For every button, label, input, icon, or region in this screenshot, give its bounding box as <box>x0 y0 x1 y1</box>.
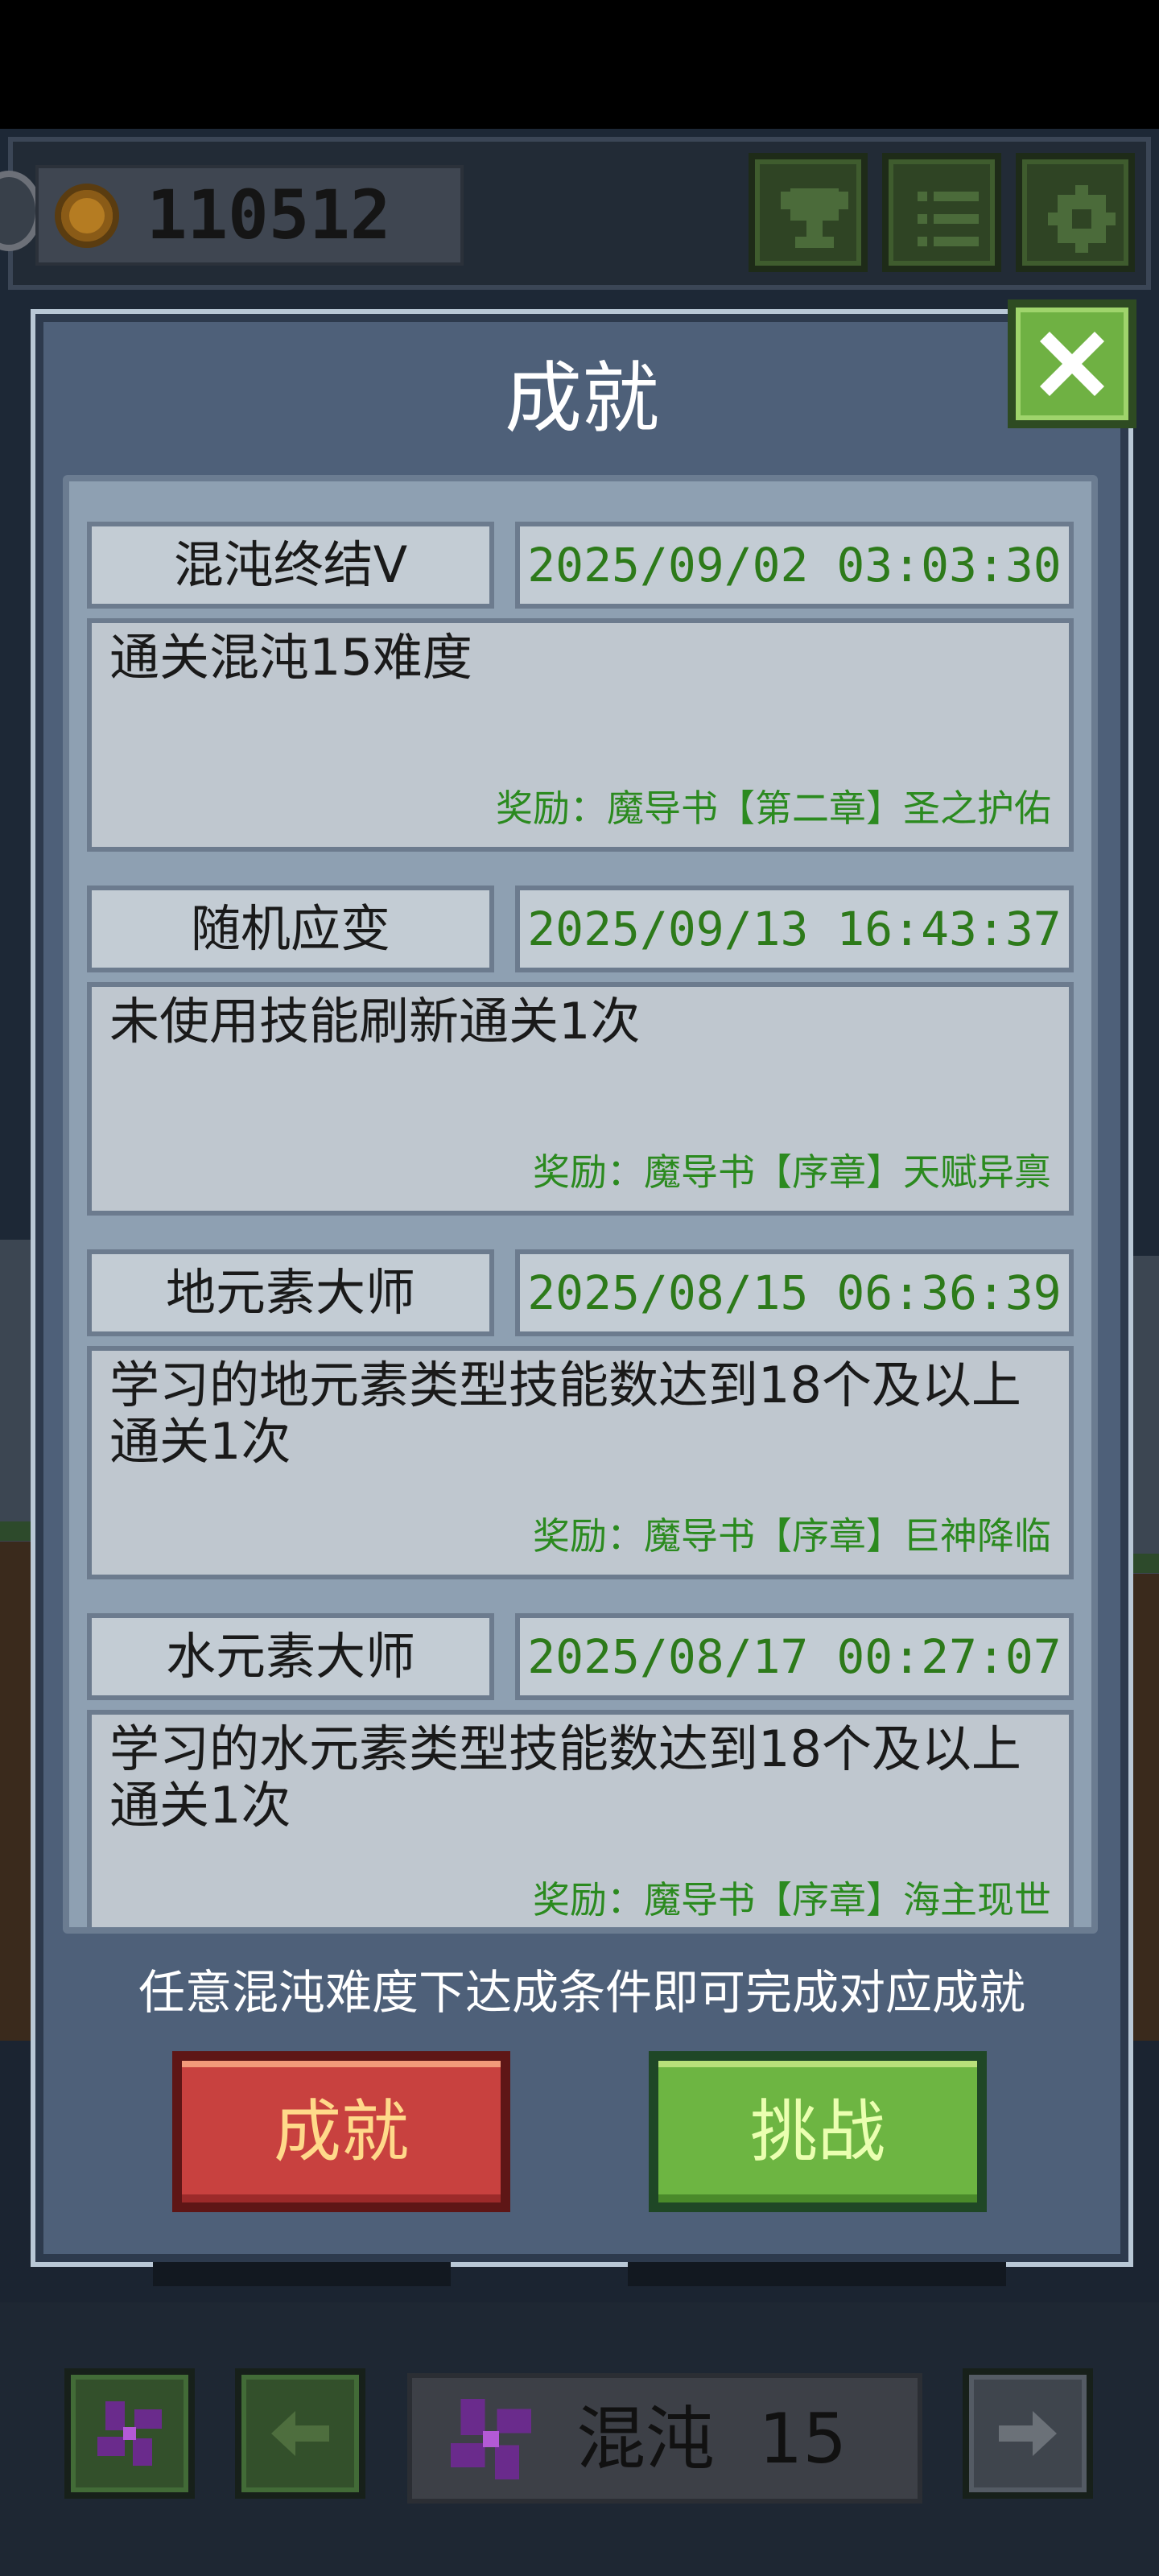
achievement-date: 2025/08/17 00:27:07 <box>515 1613 1074 1700</box>
bottom-shadow-left <box>153 2262 451 2286</box>
achievement-name: 随机应变 <box>87 886 494 972</box>
achievement-reward: 奖励：魔导书【第二章】圣之护佑 <box>496 786 1051 830</box>
chaos-mode-button[interactable] <box>64 2368 195 2499</box>
achievement-description: 未使用技能刷新通关1次 <box>109 992 641 1051</box>
gear-icon <box>1048 185 1116 253</box>
achievement-card: 混沌终结V 2025/09/02 03:03:30 通关混沌15难度 奖励：魔导… <box>87 522 1074 852</box>
arrow-right-icon <box>999 2411 1057 2456</box>
achievement-body: 学习的地元素类型技能数达到18个及以上通关1次 奖励：魔导书【序章】巨神降临 <box>87 1346 1074 1579</box>
chaos-rune-icon <box>451 2399 531 2479</box>
dialog-title: 成就 <box>505 353 659 444</box>
achievement-reward: 奖励：魔导书【序章】天赋异禀 <box>533 1150 1051 1194</box>
achievement-date: 2025/09/02 03:03:30 <box>515 522 1074 609</box>
coin-amount: 110512 <box>146 175 391 254</box>
achievement-description: 学习的水元素类型技能数达到18个及以上通关1次 <box>109 1719 1021 1835</box>
achievement-reward: 奖励：魔导书【序章】巨神降临 <box>533 1514 1051 1558</box>
achievement-date: 2025/09/13 16:43:37 <box>515 886 1074 972</box>
achievement-card: 水元素大师 2025/08/17 00:27:07 学习的水元素类型技能数达到1… <box>87 1613 1074 1927</box>
achievement-date: 2025/08/15 06:36:39 <box>515 1249 1074 1336</box>
achievement-list[interactable]: 混沌终结V 2025/09/02 03:03:30 通关混沌15难度 奖励：魔导… <box>63 475 1098 1934</box>
achievement-name: 混沌终结V <box>87 522 494 609</box>
arrow-left-icon <box>271 2411 329 2456</box>
achievement-reward: 奖励：魔导书【序章】海主现世 <box>533 1878 1051 1922</box>
achievement-hint: 任意混沌难度下达成条件即可完成对应成就 <box>138 1965 1025 2020</box>
list-icon <box>918 192 979 246</box>
close-icon <box>1040 332 1104 396</box>
next-difficulty-button[interactable] <box>963 2368 1093 2499</box>
achievement-body: 未使用技能刷新通关1次 奖励：魔导书【序章】天赋异禀 <box>87 982 1074 1216</box>
close-button[interactable] <box>1008 299 1136 428</box>
chaos-rune-icon <box>97 2401 162 2466</box>
coin-icon <box>55 184 119 248</box>
achievement-description: 通关混沌15难度 <box>109 628 472 687</box>
difficulty-label: 混沌 15 <box>576 2399 848 2479</box>
achievement-card: 地元素大师 2025/08/15 06:36:39 学习的地元素类型技能数达到1… <box>87 1249 1074 1579</box>
bottom-shadow-right <box>628 2262 1006 2286</box>
list-button[interactable] <box>882 153 1001 272</box>
previous-difficulty-button[interactable] <box>235 2368 365 2499</box>
achievement-body: 通关混沌15难度 奖励：魔导书【第二章】圣之护佑 <box>87 618 1074 852</box>
achievement-description: 学习的地元素类型技能数达到18个及以上通关1次 <box>109 1356 1021 1471</box>
achievement-card: 随机应变 2025/09/13 16:43:37 未使用技能刷新通关1次 奖励：… <box>87 886 1074 1216</box>
achievement-list-scroll[interactable]: 混沌终结V 2025/09/02 03:03:30 通关混沌15难度 奖励：魔导… <box>69 481 1091 1927</box>
trophy-button[interactable] <box>749 153 868 272</box>
achievement-name: 水元素大师 <box>87 1613 494 1700</box>
achievement-name: 地元素大师 <box>87 1249 494 1336</box>
settings-button[interactable] <box>1016 153 1135 272</box>
achievements-tab-button[interactable]: 成就 <box>172 2051 510 2212</box>
challenge-tab-button[interactable]: 挑战 <box>649 2051 987 2212</box>
trophy-icon <box>781 188 848 248</box>
achievement-body: 学习的水元素类型技能数达到18个及以上通关1次 奖励：魔导书【序章】海主现世 <box>87 1710 1074 1927</box>
